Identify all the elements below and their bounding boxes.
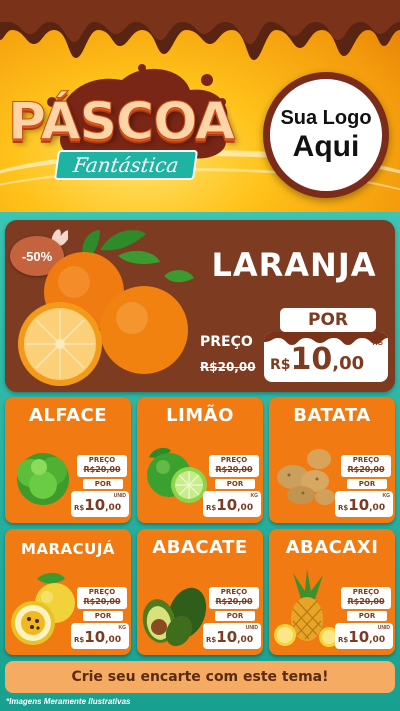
por-label: POR — [83, 611, 123, 621]
preco-label: PREÇO — [88, 456, 116, 464]
featured-product-name: LARANJA — [211, 246, 377, 284]
price-unit: UNID — [113, 493, 126, 499]
featured-old-price: R$20,00 — [200, 360, 256, 374]
price-value: R$10,00 — [206, 496, 254, 514]
old-price-box: PREÇO R$20,00 — [209, 455, 259, 477]
price-tag: R$10,00 UNID — [203, 623, 261, 649]
lime-image — [147, 447, 207, 503]
product-card-batata[interactable]: BATATA PREÇO R$20,00 POR R$10,00 KG — [269, 397, 395, 523]
potato-image — [277, 449, 335, 505]
price-unit: KG — [118, 625, 127, 631]
product-card-abacate[interactable]: ABACATE PREÇO R$20,00 POR R$10,00 UNID — [137, 529, 263, 655]
price-tag: R$10,00 KG — [71, 623, 129, 649]
old-price: R$20,00 — [83, 465, 121, 474]
price-tag: R$10,00 KG — [335, 491, 393, 517]
orange-fruit-image — [18, 230, 194, 386]
product-name: BATATA — [293, 405, 371, 426]
preco-label: PREÇO — [352, 588, 380, 596]
price-unit: UNID — [245, 625, 258, 631]
price-value: R$10,00 — [338, 496, 386, 514]
old-price: R$20,00 — [215, 465, 253, 474]
old-price-box: PREÇO R$20,00 — [209, 587, 259, 609]
product-name: ABACATE — [152, 537, 248, 558]
price-tag: R$10,00 UNID — [335, 623, 393, 649]
cta-banner[interactable]: Crie seu encarte com este tema! — [5, 661, 395, 693]
product-card-limao[interactable]: LIMÃO PREÇO R$20,00 POR R$10,00 KG — [137, 397, 263, 523]
old-price-box: PREÇO R$20,00 — [341, 587, 391, 609]
price-unit: KG — [250, 493, 259, 499]
preco-label: PREÇO — [220, 588, 248, 596]
product-name: MARACUJÁ — [20, 540, 116, 558]
logo-text-line2: Aqui — [292, 130, 360, 163]
price-unit: UNID — [377, 625, 390, 631]
header-banner: PÁSCOA Fantástica Sua Logo Aqui — [0, 0, 400, 212]
product-name: ALFACE — [28, 405, 108, 426]
page-subtitle: Fantástica — [53, 150, 199, 180]
por-label: POR — [215, 611, 255, 621]
old-price: R$20,00 — [347, 465, 385, 474]
preco-label: PREÇO — [220, 456, 248, 464]
price-tag: R$10,00 KG — [203, 491, 261, 517]
old-price-box: PREÇO R$20,00 — [77, 587, 127, 609]
product-card-maracuja[interactable]: MARACUJÁ PREÇO R$20,00 POR R$10,00 KG — [5, 529, 131, 655]
old-price: R$20,00 — [215, 597, 253, 606]
page-title: PÁSCOA — [7, 92, 235, 153]
preco-label: PREÇO — [352, 456, 380, 464]
logo-text-line1: Sua Logo — [280, 107, 372, 129]
por-label: POR — [347, 479, 387, 489]
disclaimer-text: *Imagens Meramente Ilustrativas — [6, 697, 131, 706]
avocado-image — [142, 587, 207, 647]
old-price-box: PREÇO R$20,00 — [341, 455, 391, 477]
old-price: R$20,00 — [83, 597, 121, 606]
por-label: POR — [347, 611, 387, 621]
por-label: POR — [215, 479, 255, 489]
featured-por-label: POR — [280, 308, 376, 332]
product-card-abacaxi[interactable]: ABACAXI PREÇO R$20,00 POR R$10,00 UNID — [269, 529, 395, 655]
old-price: R$20,00 — [347, 597, 385, 606]
featured-price-value: R$10,00 — [270, 342, 365, 377]
lettuce-image — [17, 453, 69, 505]
featured-preco-label: PREÇO — [200, 334, 253, 350]
passion-fruit-image — [11, 572, 75, 645]
product-name: LIMÃO — [166, 405, 234, 426]
product-card-alface[interactable]: ALFACE PREÇO R$20,00 POR R$10,00 UNID — [5, 397, 131, 523]
featured-price-unit: KG — [372, 340, 384, 347]
por-label: POR — [83, 479, 123, 489]
product-name: ABACAXI — [285, 537, 379, 558]
price-tag: R$10,00 UNID — [71, 491, 129, 517]
logo-placeholder[interactable]: Sua Logo Aqui — [263, 72, 389, 198]
old-price-box: PREÇO R$20,00 — [77, 455, 127, 477]
price-unit: KG — [382, 493, 391, 499]
preco-label: PREÇO — [88, 588, 116, 596]
pineapple-image — [274, 569, 339, 647]
price-value: R$10,00 — [74, 628, 122, 646]
featured-price-tag: R$10,00 KG — [264, 332, 388, 382]
chocolate-drip-graphic — [0, 0, 400, 60]
